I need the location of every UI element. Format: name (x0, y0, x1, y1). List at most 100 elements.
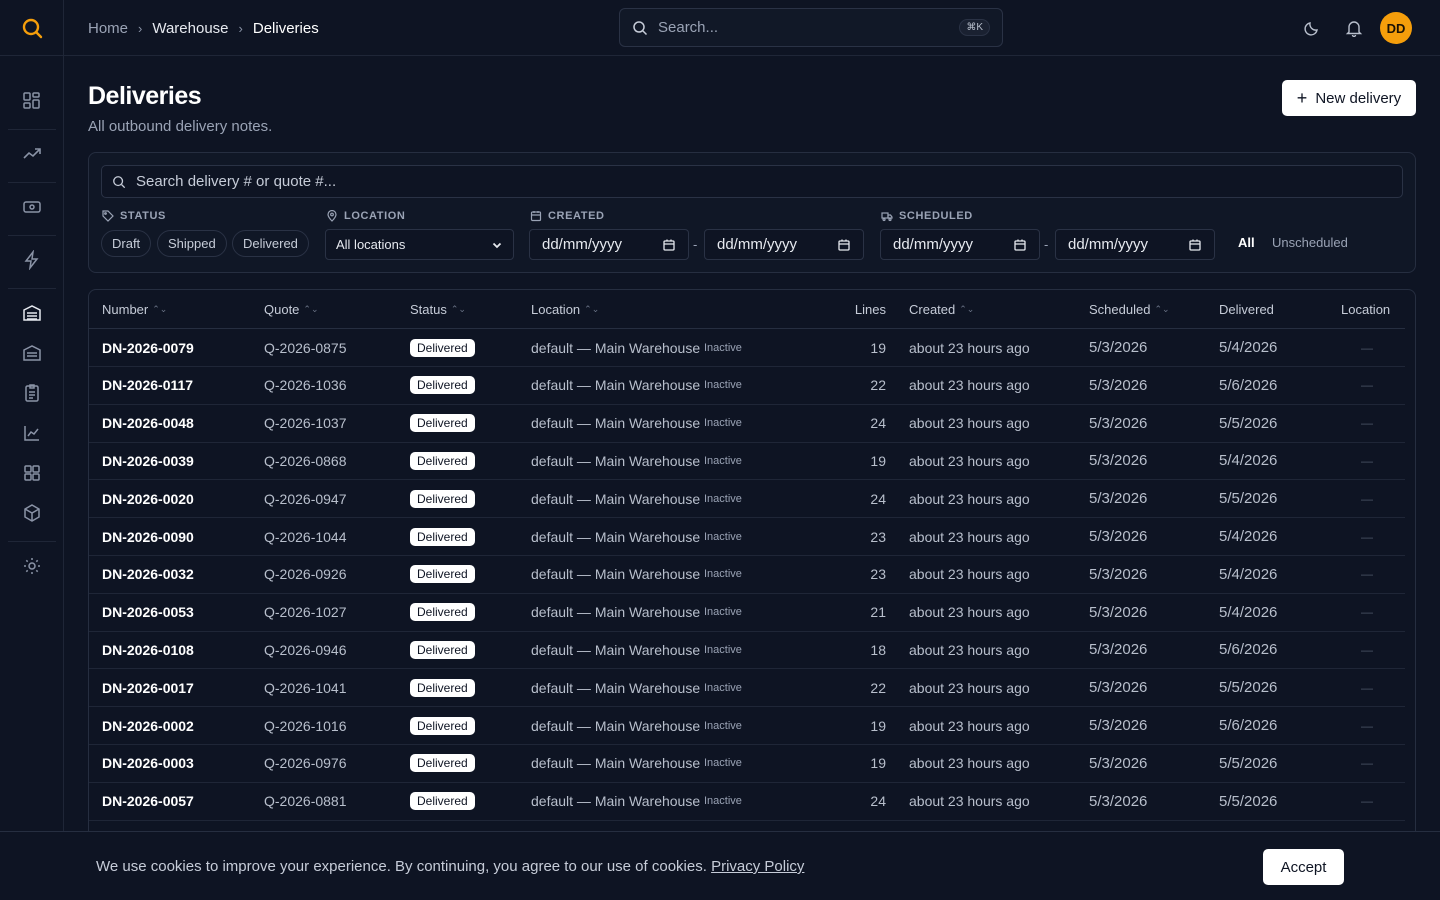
line-count-cell: 24 (829, 783, 886, 820)
table-row[interactable]: DN-2026-0053 Q-2026-1027 Delivered default … (89, 594, 1405, 632)
location-status-tag-cell: Inactive (704, 707, 742, 744)
column-header-status[interactable]: Status ⌃⌄ (410, 290, 466, 328)
table-row[interactable]: DN-2026-0039 Q-2026-0868 Delivered default … (89, 442, 1405, 481)
avatar[interactable]: DD (1380, 12, 1412, 44)
delivery-number-link[interactable]: DN-2026-0057 (102, 793, 194, 809)
scheduled-filter-label: SCHEDULED (881, 210, 973, 222)
global-search-input[interactable]: Search... ⌘K (619, 8, 1003, 47)
line-count-cell: 19 (829, 745, 886, 782)
table-row[interactable]: DN-2026-0003 Q-2026-0976 Delivered default … (89, 745, 1405, 783)
grid-icon (22, 463, 42, 483)
table-row[interactable]: DN-2026-0017 Q-2026-1041 Delivered default … (89, 669, 1405, 708)
column-header-scheduled[interactable]: Scheduled ⌃⌄ (1089, 290, 1170, 328)
status-filter-label: STATUS (102, 210, 166, 222)
scheduled-date: 5/3/2026 (1089, 339, 1148, 356)
table-row[interactable]: DN-2026-0032 Q-2026-0926 Delivered default … (89, 556, 1405, 594)
delivery-number-link[interactable]: DN-2026-0090 (102, 529, 194, 545)
scheduled-toggle-unscheduled[interactable]: Unscheduled (1272, 235, 1348, 250)
created-time-cell: about 23 hours ago (909, 631, 1030, 668)
scheduled-date: 5/3/2026 (1089, 414, 1148, 432)
quote-number: Q-2026-0926 (264, 566, 347, 583)
chevron-right-icon: › (238, 20, 243, 36)
table-row[interactable]: DN-2026-0090 Q-2026-1044 Delivered default … (89, 518, 1405, 556)
column-header-delivered: Delivered (1219, 301, 1274, 317)
scheduled-toggle-all[interactable]: All (1238, 235, 1255, 250)
created-time-cell: about 23 hours ago (909, 405, 1030, 442)
location-select[interactable]: All locations (325, 229, 514, 260)
location-name-cell: default — Main Warehouse (531, 556, 700, 593)
theme-toggle-button[interactable] (1300, 16, 1324, 40)
created-time: about 23 hours ago (909, 604, 1030, 621)
table-row[interactable]: DN-2026-0108 Q-2026-0946 Delivered default … (89, 631, 1405, 670)
status-badge: Delivered (410, 640, 475, 659)
breadcrumb-warehouse[interactable]: Warehouse (152, 20, 228, 37)
accept-cookies-button[interactable]: Accept (1263, 849, 1344, 885)
delivery-number-link[interactable]: DN-2026-0002 (102, 718, 194, 734)
scheduled-from-date[interactable]: dd/mm/yyyy (880, 229, 1040, 260)
table-row[interactable]: DN-2026-0002 Q-2026-1016 Delivered default … (89, 707, 1405, 745)
app-logo[interactable] (0, 0, 63, 56)
delivery-number-link[interactable]: DN-2026-0048 (102, 415, 194, 431)
sidebar-item-catalog[interactable] (16, 457, 48, 489)
status-chip-shipped[interactable]: Shipped (157, 230, 227, 257)
delivered-date: 5/5/2026 (1219, 414, 1278, 432)
delivered-date: 5/6/2026 (1219, 641, 1278, 659)
created-to-date[interactable]: dd/mm/yyyy (704, 229, 864, 260)
chevron-right-icon: › (138, 20, 143, 36)
column-header-quote[interactable]: Quote ⌃⌄ (264, 290, 319, 328)
delivered-date: 5/4/2026 (1219, 603, 1278, 621)
scheduled-date-cell: 5/3/2026 (1089, 707, 1147, 744)
sort-icon: ⌃⌄ (959, 303, 975, 314)
delivery-search-input[interactable]: Search delivery # or quote #... (101, 165, 1403, 198)
privacy-policy-link[interactable]: Privacy Policy (711, 858, 804, 875)
sidebar-item-storage[interactable] (16, 337, 48, 369)
scheduled-date-cell: 5/3/2026 (1089, 631, 1147, 668)
new-delivery-button[interactable]: + New delivery (1282, 80, 1416, 116)
created-time-cell: about 23 hours ago (909, 518, 1030, 555)
sidebar-item-warehouse[interactable] (16, 297, 48, 329)
delivery-number-link[interactable]: DN-2026-0108 (102, 642, 194, 658)
delivery-number-link[interactable]: DN-2026-0003 (102, 755, 194, 771)
delivery-number-link[interactable]: DN-2026-0020 (102, 491, 194, 507)
status-badge: Delivered (410, 451, 475, 470)
created-from-date[interactable]: dd/mm/yyyy (529, 229, 689, 260)
sidebar-item-automation[interactable] (16, 244, 48, 276)
status-badge-cell: Delivered (410, 329, 475, 366)
quote-number: Q-2026-1036 (264, 377, 347, 394)
line-count-cell: 19 (829, 329, 886, 366)
line-count: 22 (870, 377, 886, 394)
sidebar-item-sales[interactable] (16, 138, 48, 170)
breadcrumb-home[interactable]: Home (88, 20, 128, 37)
sidebar-item-orders[interactable] (16, 377, 48, 409)
table-row[interactable]: DN-2026-0048 Q-2026-1037 Delivered default … (89, 405, 1405, 443)
notifications-button[interactable] (1342, 16, 1366, 40)
sidebar-item-dashboard[interactable] (16, 85, 48, 117)
scheduled-date-cell: 5/3/2026 (1089, 329, 1147, 366)
sort-icon: ⌃⌄ (584, 303, 600, 314)
table-row[interactable]: DN-2026-0020 Q-2026-0947 Delivered default … (89, 480, 1405, 519)
sidebar-item-reports[interactable] (16, 417, 48, 449)
column-header-created[interactable]: Created ⌃⌄ (909, 290, 974, 328)
table-row[interactable]: DN-2026-0057 Q-2026-0881 Delivered default … (89, 783, 1405, 821)
sidebar-item-products[interactable] (16, 497, 48, 529)
location-status-tag: Inactive (704, 379, 742, 392)
calendar-icon (837, 238, 851, 252)
column-header-number[interactable]: Number ⌃⌄ (102, 290, 167, 328)
delivery-number-link[interactable]: DN-2026-0039 (102, 453, 194, 469)
delivery-number-link[interactable]: DN-2026-0117 (102, 377, 193, 393)
quote-number-cell: Q-2026-0868 (264, 442, 347, 479)
column-header-location[interactable]: Location ⌃⌄ (531, 290, 599, 328)
delivery-number-link[interactable]: DN-2026-0017 (102, 680, 194, 696)
table-row[interactable]: DN-2026-0079 Q-2026-0875 Delivered default … (89, 329, 1405, 367)
status-chip-delivered[interactable]: Delivered (232, 230, 309, 257)
table-row[interactable]: DN-2026-0117 Q-2026-1036 Delivered default … (89, 367, 1405, 405)
status-badge: Delivered (410, 603, 475, 622)
scheduled-to-date[interactable]: dd/mm/yyyy (1055, 229, 1215, 260)
status-chip-draft[interactable]: Draft (101, 230, 152, 257)
delivery-number-link[interactable]: DN-2026-0032 (102, 566, 194, 582)
delivery-number-link[interactable]: DN-2026-0053 (102, 604, 194, 620)
sidebar-item-finance[interactable] (16, 191, 48, 223)
delivery-number-link[interactable]: DN-2026-0079 (102, 340, 194, 356)
sidebar-item-settings[interactable] (16, 550, 48, 582)
search-icon (632, 20, 648, 36)
